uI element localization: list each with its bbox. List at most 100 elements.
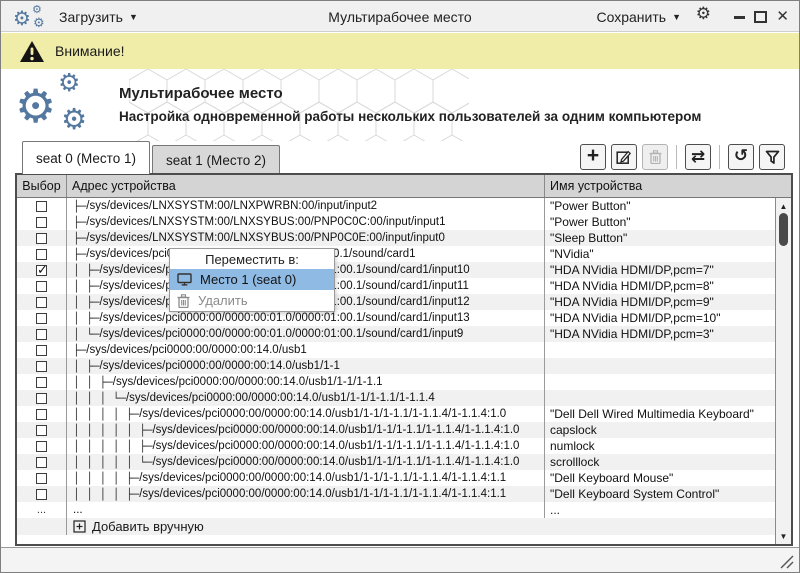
table-row[interactable]: │ ├─/sys/devices/pci0000:00/0000:00:14.0… bbox=[17, 358, 775, 374]
table-row[interactable]: ├─/sys/devices/pci0000:00/0000:00:01.0/0… bbox=[17, 246, 775, 262]
device-name: numlock bbox=[545, 438, 775, 454]
tree-branch-icon: │ │ │ │ ├─ bbox=[73, 408, 139, 421]
save-button[interactable]: Сохранить ▼ bbox=[597, 1, 682, 32]
tree-branch-icon: ├─ bbox=[73, 200, 86, 213]
tree-branch-icon: │ │ │ └─ bbox=[73, 392, 126, 405]
trash-icon bbox=[177, 294, 190, 308]
row-address-cell: ├─/sys/devices/LNXSYSTM:00/LNXSYBUS:00/P… bbox=[67, 230, 545, 246]
toolbar-separator bbox=[719, 145, 720, 169]
add-device-row[interactable]: Добавить вручную bbox=[17, 518, 775, 535]
row-checkbox[interactable] bbox=[36, 265, 47, 276]
minimize-icon[interactable] bbox=[734, 16, 745, 19]
add-button[interactable]: + bbox=[580, 144, 606, 170]
device-toolbar: + ⇄ bbox=[580, 144, 785, 170]
table-row[interactable]: ├─/sys/devices/LNXSYSTM:00/LNXSYBUS:00/P… bbox=[17, 230, 775, 246]
row-select-cell: ... bbox=[17, 502, 67, 518]
delete-button bbox=[642, 144, 668, 170]
device-name: scrolllock bbox=[545, 454, 775, 470]
row-checkbox[interactable] bbox=[36, 393, 47, 404]
vertical-scrollbar[interactable]: ▲ ▼ bbox=[775, 198, 791, 544]
row-checkbox[interactable] bbox=[36, 377, 47, 388]
device-address: /sys/devices/pci0000:00/0000:00:01.0/000… bbox=[100, 312, 470, 324]
filter-button[interactable] bbox=[759, 144, 785, 170]
table-row[interactable]: │ │ │ │ │ ├─/sys/devices/pci0000:00/0000… bbox=[17, 422, 775, 438]
settings-gear-icon[interactable]: ⚙ bbox=[696, 6, 711, 23]
honeycomb-pattern bbox=[129, 69, 469, 141]
row-checkbox[interactable] bbox=[36, 329, 47, 340]
device-name: "HDA NVidia HDMI/DP,pcm=7" bbox=[545, 262, 775, 278]
row-checkbox[interactable] bbox=[36, 473, 47, 484]
row-checkbox[interactable] bbox=[36, 201, 47, 212]
row-checkbox[interactable] bbox=[36, 217, 47, 228]
scrollbar-thumb[interactable] bbox=[779, 213, 788, 246]
device-address: /sys/devices/pci0000:00/0000:00:14.0/usb… bbox=[152, 424, 519, 436]
table-row[interactable]: │ │ │ │ ├─/sys/devices/pci0000:00/0000:0… bbox=[17, 406, 775, 422]
add-device-label: Добавить вручную bbox=[92, 519, 204, 534]
row-checkbox[interactable] bbox=[36, 489, 47, 500]
row-select-cell bbox=[17, 454, 67, 470]
restore-icon[interactable] bbox=[754, 11, 767, 23]
scroll-down-icon[interactable]: ▼ bbox=[776, 529, 791, 543]
chevron-down-icon: ▼ bbox=[129, 12, 138, 22]
table-row[interactable]: │ ├─/sys/devices/pci0000:00/0000:00:01.0… bbox=[17, 278, 775, 294]
row-checkbox[interactable] bbox=[36, 297, 47, 308]
row-address-cell: │ └─/sys/devices/pci0000:00/0000:00:01.0… bbox=[67, 326, 545, 342]
row-checkbox[interactable] bbox=[36, 233, 47, 244]
row-address-cell: │ │ │ │ ├─/sys/devices/pci0000:00/0000:0… bbox=[67, 486, 545, 502]
tree-branch-icon: │ ├─ bbox=[73, 360, 100, 373]
table-row[interactable]: │ │ │ │ ├─/sys/devices/pci0000:00/0000:0… bbox=[17, 486, 775, 502]
row-checkbox[interactable] bbox=[36, 313, 47, 324]
scroll-up-icon[interactable]: ▲ bbox=[776, 199, 791, 213]
device-name bbox=[545, 358, 775, 374]
table-row[interactable]: │ ├─/sys/devices/pci0000:00/0000:00:01.0… bbox=[17, 310, 775, 326]
menu-item-delete[interactable]: Удалить bbox=[170, 290, 334, 311]
tree-branch-icon: │ │ ├─ bbox=[73, 376, 113, 389]
table-row[interactable]: │ │ │ │ │ └─/sys/devices/pci0000:00/0000… bbox=[17, 454, 775, 470]
app-gears-icon: ⚙ ⚙ ⚙ bbox=[13, 3, 49, 31]
table-row[interactable]: │ ├─/sys/devices/pci0000:00/0000:00:01.0… bbox=[17, 294, 775, 310]
table-row[interactable]: │ │ │ └─/sys/devices/pci0000:00/0000:00:… bbox=[17, 390, 775, 406]
row-select-cell bbox=[17, 198, 67, 214]
device-address: /sys/devices/LNXSYSTM:00/LNXSYBUS:00/PNP… bbox=[86, 232, 445, 244]
table-row[interactable]: │ ├─/sys/devices/pci0000:00/0000:00:01.0… bbox=[17, 262, 775, 278]
table-row[interactable]: ... ... ... bbox=[17, 502, 775, 518]
tree-branch-icon: │ │ │ │ │ ├─ bbox=[73, 424, 152, 437]
reset-button[interactable]: ↺ bbox=[728, 144, 754, 170]
device-name: ... bbox=[545, 502, 775, 518]
tree-branch-icon: │ │ │ │ │ ├─ bbox=[73, 440, 152, 453]
row-checkbox[interactable] bbox=[36, 441, 47, 452]
row-checkbox[interactable] bbox=[36, 409, 47, 420]
tab-seat-0[interactable]: seat 0 (Место 1) bbox=[22, 141, 150, 174]
row-checkbox[interactable] bbox=[36, 457, 47, 468]
row-select-cell bbox=[17, 422, 67, 438]
menu-item-move-to-seat0[interactable]: Место 1 (seat 0) bbox=[170, 269, 334, 290]
load-button[interactable]: Загрузить ▼ bbox=[59, 1, 138, 32]
table-row[interactable]: │ │ │ │ │ ├─/sys/devices/pci0000:00/0000… bbox=[17, 438, 775, 454]
row-address-cell: │ │ │ │ ├─/sys/devices/pci0000:00/0000:0… bbox=[67, 470, 545, 486]
close-icon[interactable]: ✕ bbox=[776, 9, 789, 24]
table-row[interactable]: ├─/sys/devices/pci0000:00/0000:00:14.0/u… bbox=[17, 342, 775, 358]
row-checkbox[interactable] bbox=[36, 281, 47, 292]
row-checkbox[interactable] bbox=[36, 345, 47, 356]
row-checkbox[interactable] bbox=[36, 425, 47, 436]
row-select-cell bbox=[17, 470, 67, 486]
row-checkbox[interactable] bbox=[36, 361, 47, 372]
window-title: Мультирабочее место bbox=[328, 1, 471, 32]
row-select-cell bbox=[17, 278, 67, 294]
resize-grip-icon[interactable] bbox=[778, 553, 794, 569]
swap-button[interactable]: ⇄ bbox=[685, 144, 711, 170]
device-name bbox=[545, 342, 775, 358]
status-bar bbox=[1, 547, 799, 572]
warning-triangle-icon bbox=[19, 40, 45, 63]
row-checkbox[interactable] bbox=[36, 249, 47, 260]
window-controls: ✕ bbox=[734, 1, 789, 32]
tab-seat-1[interactable]: seat 1 (Место 2) bbox=[152, 145, 280, 174]
table-row[interactable]: ├─/sys/devices/LNXSYSTM:00/LNXSYBUS:00/P… bbox=[17, 214, 775, 230]
table-row[interactable]: │ └─/sys/devices/pci0000:00/0000:00:01.0… bbox=[17, 326, 775, 342]
edit-button[interactable] bbox=[611, 144, 637, 170]
edit-pencil-icon bbox=[616, 149, 632, 165]
table-row[interactable]: │ │ │ │ ├─/sys/devices/pci0000:00/0000:0… bbox=[17, 470, 775, 486]
table-row[interactable]: ├─/sys/devices/LNXSYSTM:00/LNXPWRBN:00/i… bbox=[17, 198, 775, 214]
table-row[interactable]: │ │ ├─/sys/devices/pci0000:00/0000:00:14… bbox=[17, 374, 775, 390]
device-address: /sys/devices/pci0000:00/0000:00:14.0/usb… bbox=[139, 488, 506, 500]
